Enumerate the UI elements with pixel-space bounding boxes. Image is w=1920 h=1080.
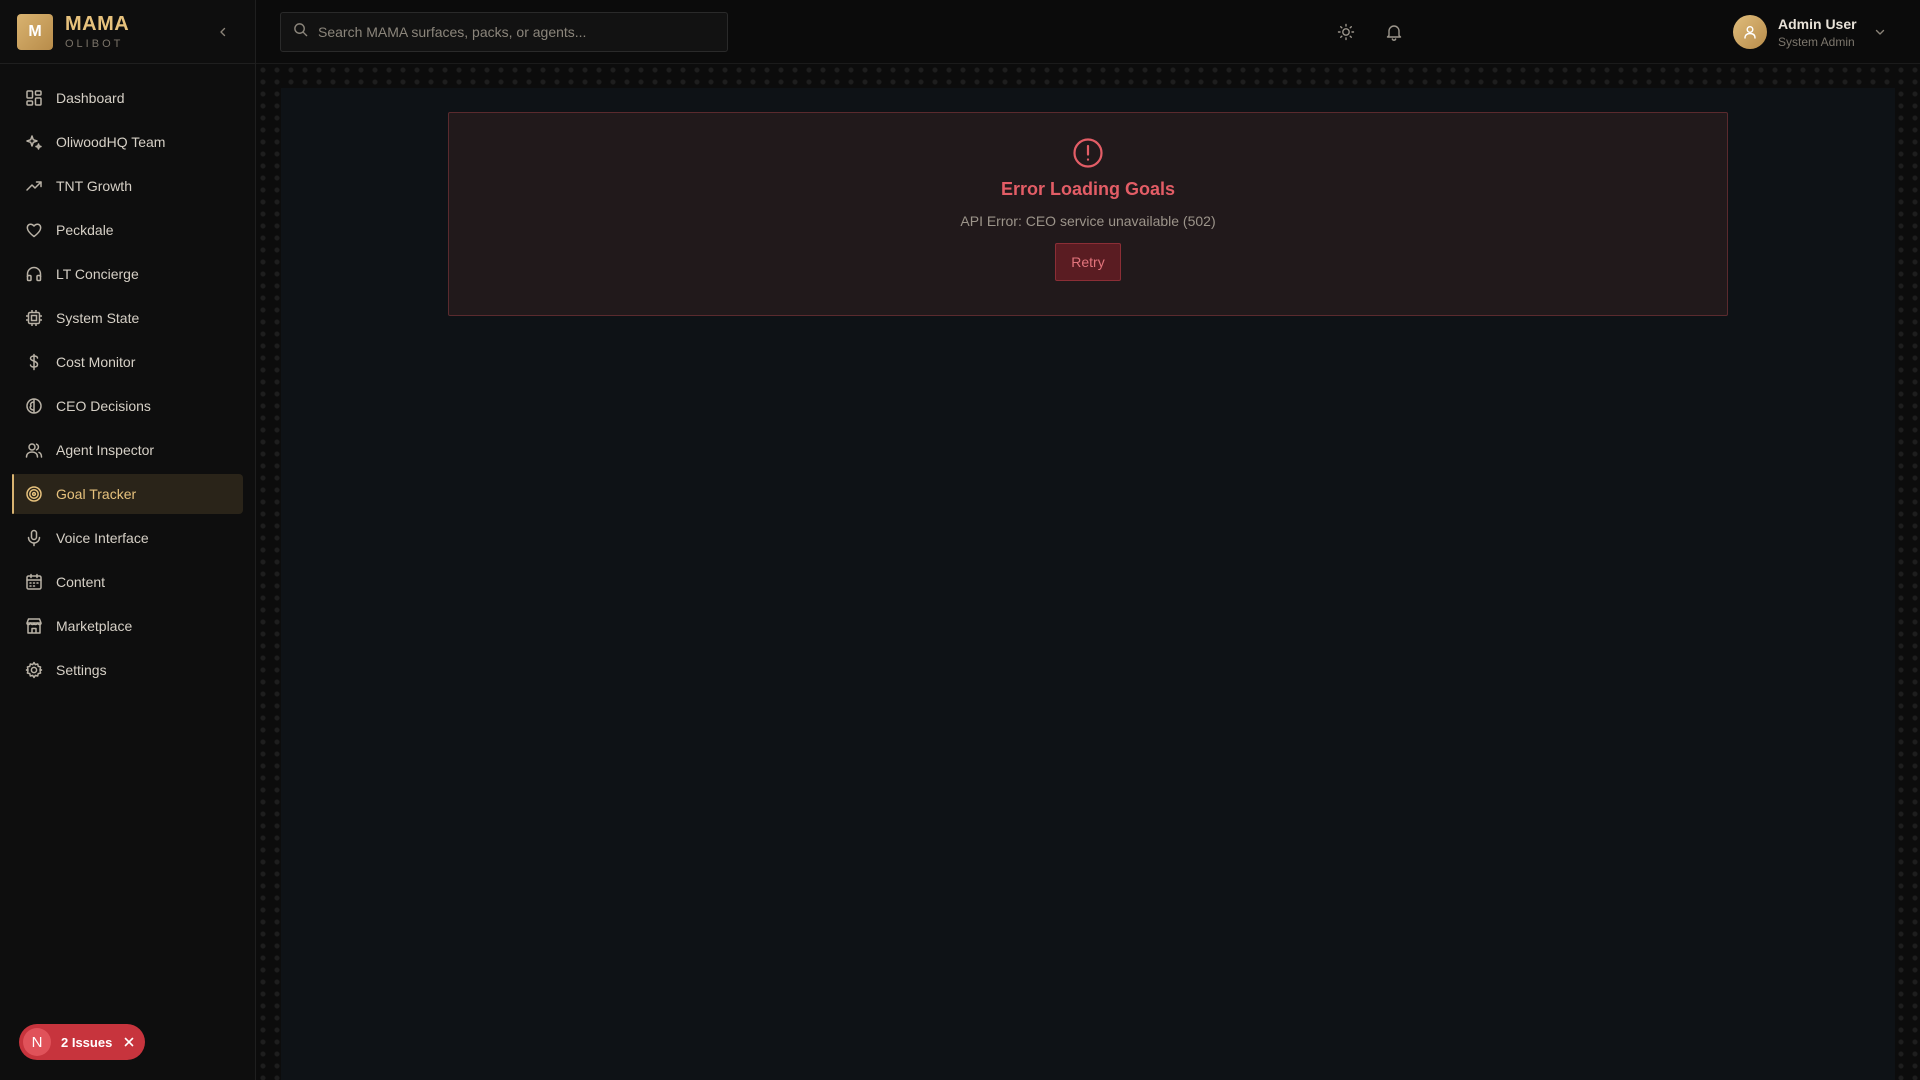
- sidebar-item-cost-monitor[interactable]: Cost Monitor: [12, 342, 243, 382]
- sidebar-item-label: Settings: [56, 662, 107, 678]
- sidebar-item-label: Voice Interface: [56, 530, 149, 546]
- sidebar-item-label: Agent Inspector: [56, 442, 155, 458]
- error-title: Error Loading Goals: [1000, 179, 1176, 199]
- app: M MAMA OLIBOT Dashboard OliwoodHQ Team T…: [0, 0, 1920, 1080]
- sidebar-item-label: Cost Monitor: [56, 354, 136, 370]
- sidebar-item-voice-interface[interactable]: Voice Interface: [12, 518, 243, 558]
- notifications-button[interactable]: [1382, 20, 1406, 44]
- retry-button[interactable]: Retry: [1055, 243, 1121, 281]
- error-message: API Error: CEO service unavailable (502): [960, 213, 1216, 229]
- sparkles-icon: [24, 132, 44, 152]
- target-icon: [24, 484, 44, 504]
- sidebar-item-label: Peckdale: [56, 222, 114, 238]
- alert-circle-icon: [1072, 137, 1104, 169]
- sidebar-item-agent-inspector[interactable]: Agent Inspector: [12, 430, 243, 470]
- brand-logo: M: [17, 13, 53, 50]
- sidebar: M MAMA OLIBOT Dashboard OliwoodHQ Team T…: [0, 0, 256, 1080]
- sidebar-item-oliwoodhq-team[interactable]: OliwoodHQ Team: [12, 122, 243, 162]
- issues-label: 2 Issues: [61, 1034, 113, 1050]
- user-icon: [1744, 26, 1756, 39]
- store-icon: [24, 616, 44, 636]
- dollar-icon: [24, 352, 44, 372]
- trending-up-icon: [24, 176, 44, 196]
- heart-icon: [24, 220, 44, 240]
- topbar: Admin User System Admin: [256, 0, 1920, 64]
- brand-name: MAMA: [65, 13, 130, 35]
- dashboard-icon: [24, 88, 44, 108]
- sidebar-item-dashboard[interactable]: Dashboard: [12, 78, 243, 118]
- sidebar-item-lt-concierge[interactable]: LT Concierge: [12, 254, 243, 294]
- error-card: Error Loading Goals API Error: CEO servi…: [448, 112, 1728, 316]
- issues-avatar: N: [23, 1028, 51, 1056]
- bell-icon: [1386, 25, 1402, 41]
- sidebar-item-goal-tracker[interactable]: Goal Tracker: [12, 474, 243, 514]
- search-icon: [293, 22, 308, 42]
- user-name: Admin User: [1778, 15, 1857, 32]
- cpu-icon: [24, 308, 44, 328]
- theme-toggle-button[interactable]: [1334, 20, 1358, 44]
- sidebar-item-peckdale[interactable]: Peckdale: [12, 210, 243, 250]
- sidebar-item-label: System State: [56, 310, 140, 326]
- users-icon: [24, 440, 44, 460]
- user-menu[interactable]: Admin User System Admin: [1733, 14, 1903, 50]
- sidebar-item-settings[interactable]: Settings: [12, 650, 243, 690]
- search-input[interactable]: [318, 24, 708, 40]
- search-box[interactable]: [280, 12, 728, 52]
- sidebar-item-label: Marketplace: [56, 618, 133, 634]
- sidebar-item-marketplace[interactable]: Marketplace: [12, 606, 243, 646]
- gear-icon: [24, 660, 44, 680]
- brand: M MAMA OLIBOT: [0, 0, 255, 64]
- sidebar-item-label: Goal Tracker: [56, 486, 137, 502]
- sidebar-nav: Dashboard OliwoodHQ Team TNT Growth Peck…: [0, 64, 255, 690]
- sidebar-item-content[interactable]: Content: [12, 562, 243, 602]
- sidebar-item-label: LT Concierge: [56, 266, 139, 282]
- main-content: Error Loading Goals API Error: CEO servi…: [281, 88, 1895, 1080]
- sidebar-item-system-state[interactable]: System State: [12, 298, 243, 338]
- brand-subtitle: OLIBOT: [65, 38, 124, 50]
- issues-badge[interactable]: N 2 Issues: [19, 1024, 145, 1060]
- sidebar-item-label: Dashboard: [56, 90, 125, 106]
- headphones-icon: [24, 264, 44, 284]
- calendar-icon: [24, 572, 44, 592]
- sidebar-item-ceo-decisions[interactable]: CEO Decisions: [12, 386, 243, 426]
- sun-icon: [1337, 23, 1355, 41]
- chevron-down-icon: [1873, 25, 1887, 39]
- user-role: System Admin: [1778, 34, 1855, 49]
- sidebar-item-label: Content: [56, 574, 106, 590]
- collapse-sidebar-button[interactable]: [213, 22, 233, 42]
- brain-icon: [24, 396, 44, 416]
- sidebar-item-label: CEO Decisions: [56, 398, 151, 414]
- sidebar-item-label: TNT Growth: [56, 178, 132, 194]
- sidebar-item-tnt-growth[interactable]: TNT Growth: [12, 166, 243, 206]
- avatar: [1733, 15, 1767, 49]
- chevron-left-icon: [220, 27, 226, 37]
- sidebar-item-label: OliwoodHQ Team: [56, 134, 166, 150]
- mic-icon: [24, 528, 44, 548]
- close-icon[interactable]: [122, 1035, 136, 1049]
